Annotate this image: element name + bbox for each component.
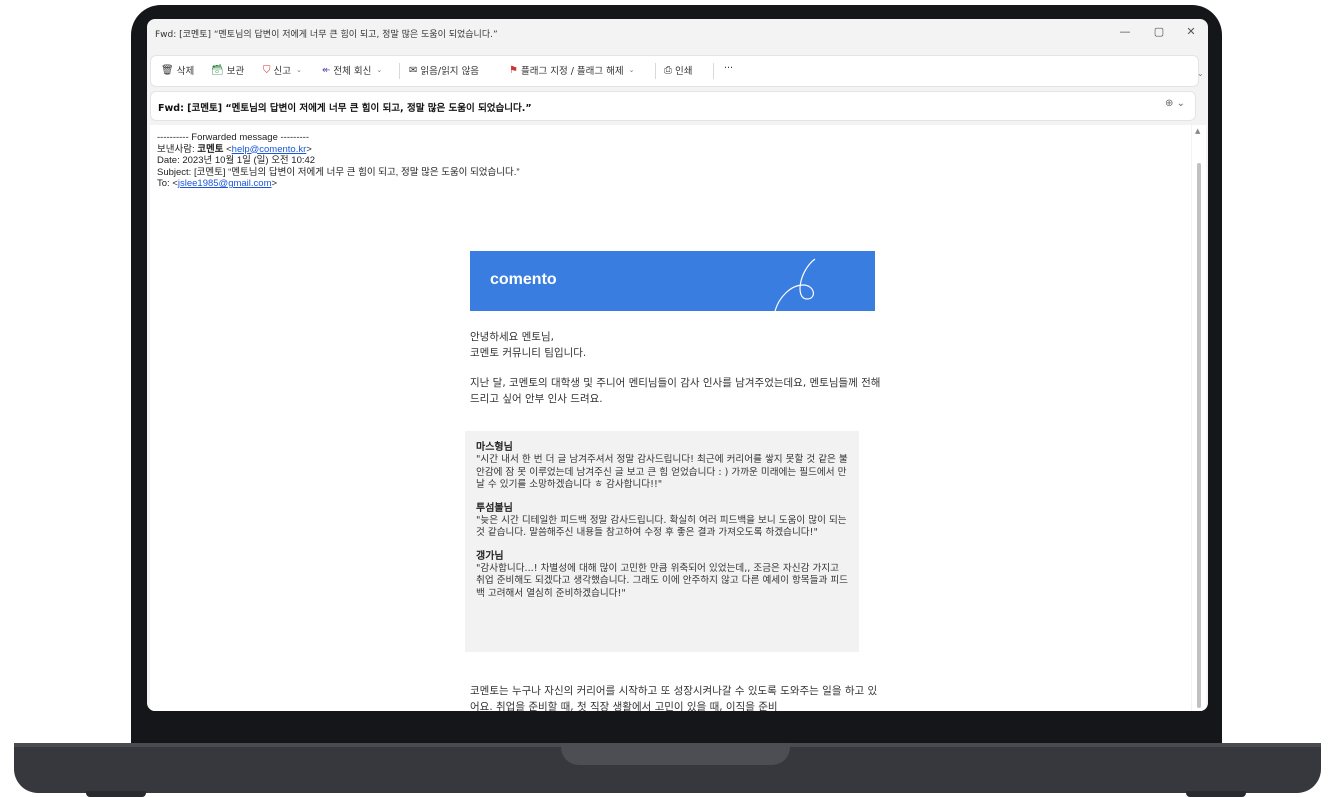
date-label: Date: <box>157 155 180 166</box>
delete-label: 삭제 <box>176 66 195 77</box>
read-unread-button[interactable]: ✉ 읽음/읽지 않음 <box>409 63 480 78</box>
date-row: Date: 2023년 10월 1일 (일) 오전 10:42 <box>157 155 520 167</box>
forward-header: ---------- Forwarded message --------- 보… <box>157 132 520 190</box>
testimonial-text: "늦은 시간 디테일한 피드백 정말 감사드립니다. 확실히 여러 피드백을 보… <box>476 514 847 539</box>
subject-label: Subject: <box>157 166 192 178</box>
to-label: To: <box>157 178 170 189</box>
reply-all-label: 전체 회신 <box>333 66 372 77</box>
close-button[interactable]: ✕ <box>1181 25 1201 38</box>
subject-row: Subject: [코멘토] “멘토님의 답변이 저에게 너무 큰 힘이 되고,… <box>157 167 520 179</box>
reply-all-button[interactable]: ↞ 전체 회신 ⌄ <box>322 63 382 78</box>
printer-icon: ⎙ <box>664 64 672 76</box>
scrollbar-thumb[interactable] <box>1197 163 1201 708</box>
greeting: 안녕하세요 멘토님, 코멘토 커뮤니티 팀입니다. <box>470 329 880 361</box>
comento-logo: comento <box>490 271 557 288</box>
subject-value: [코멘토] “멘토님의 답변이 저에게 너무 큰 힘이 되고, 정말 많은 도움… <box>193 166 520 178</box>
report-label: 신고 <box>273 66 291 77</box>
message-body: ---------- Forwarded message --------- 보… <box>150 125 1191 711</box>
archive-button[interactable]: 🗃 보관 <box>211 63 245 78</box>
collapse-toolbar-icon[interactable]: ⌄ <box>1197 69 1204 78</box>
archive-icon: 🗃 <box>211 64 224 76</box>
testimonial-item: 투섬볼님 "늦은 시간 디테일한 피드백 정말 감사드립니다. 확실히 여러 피… <box>476 502 848 540</box>
from-row: 보낸사람: 코멘토 <help@comento.kr> <box>157 143 312 155</box>
subject-bar: Fwd: [코멘토] “멘토님의 답변이 저에게 너무 큰 힘이 되고, 정말 … <box>150 91 1196 121</box>
shield-alert-icon: ⛉ <box>263 64 271 76</box>
from-email-link[interactable]: help@comento.kr <box>232 144 307 155</box>
intro-paragraph: 지난 달, 코멘토의 대학생 및 주니어 멘티님들이 감사 인사를 남겨주었는데… <box>470 377 881 405</box>
scroll-up-icon[interactable]: ▲ <box>1195 127 1200 135</box>
reply-all-icon: ↞ <box>322 64 331 76</box>
testimonial-box: 마스형님 "시간 내서 한 번 더 글 남겨주셔서 정말 감사드립니다! 최근에… <box>465 431 859 652</box>
from-label: 보낸사람: <box>157 143 195 155</box>
testimonial-text: "시간 내서 한 번 더 글 남겨주셔서 정말 감사드립니다! 최근에 커리어를… <box>476 454 848 490</box>
zoom-icon: ⊕ <box>1165 98 1174 109</box>
more-actions-button[interactable]: ··· <box>724 63 733 74</box>
newsletter: comento 안녕하세요 멘토님, 코멘토 커뮤니티 팀입니다. 지난 달, … <box>465 251 880 711</box>
archive-label: 보관 <box>226 66 245 77</box>
more-label: ··· <box>724 63 734 74</box>
testimonial-author: 투섬볼님 <box>476 502 513 514</box>
brand-banner: comento <box>470 251 875 311</box>
toolbar-divider <box>655 63 656 79</box>
message-subject: Fwd: [코멘토] “멘토님의 답변이 저에게 너무 큰 힘이 되고, 정말 … <box>158 103 532 114</box>
date-value: 2023년 10월 1일 (일) 오전 10:42 <box>182 155 316 166</box>
flag-button[interactable]: ⚑ 플래그 지정 / 플래그 해제 ⌄ <box>509 63 635 78</box>
window-title: Fwd: [코멘토] “멘토님의 답변이 저에게 너무 큰 힘이 되고, 정말 … <box>155 30 498 40</box>
chevron-down-icon[interactable]: ⌄ <box>629 66 635 74</box>
read-unread-label: 읽음/읽지 않음 <box>420 66 480 77</box>
toolbar-divider <box>713 63 714 79</box>
vertical-scrollbar[interactable]: ▲ <box>1192 125 1206 711</box>
report-button[interactable]: ⛉ 신고 ⌄ <box>263 63 302 78</box>
closing-paragraph: 코멘토는 누구나 자신의 커리어를 시작하고 또 성장시켜나갈 수 있도록 도와… <box>470 685 878 711</box>
laptop-foot-left <box>86 791 146 797</box>
envelope-open-icon: ✉ <box>409 64 418 76</box>
message-toolbar: 🗑 삭제 🗃 보관 ⛉ 신고 ⌄ ↞ 전체 회신 ⌄ ✉ 읽음/읽지 않음 ⚑ … <box>150 55 1199 87</box>
title-bar: Fwd: [코멘토] “멘토님의 답변이 저에게 너무 큰 힘이 되고, 정말 … <box>147 19 1208 47</box>
forward-line: ---------- Forwarded message --------- <box>157 132 309 143</box>
toolbar-divider <box>399 63 400 79</box>
chevron-down-icon[interactable]: ⌄ <box>296 66 302 74</box>
maximize-button[interactable]: ▢ <box>1149 25 1169 38</box>
delete-button[interactable]: 🗑 삭제 <box>161 63 195 78</box>
from-name: 코멘토 <box>197 143 224 155</box>
print-button[interactable]: ⎙ 인쇄 <box>664 63 693 78</box>
swoosh-icon <box>774 258 816 311</box>
flag-icon: ⚑ <box>509 64 518 76</box>
to-row: To: <jslee1985@gmail.com> <box>157 178 278 189</box>
greeting-line-1: 안녕하세요 멘토님, <box>470 331 554 343</box>
testimonial-text: "감사합니다...! 차별성에 대해 많이 고민한 만큼 위축되어 있었는데,,… <box>476 562 848 599</box>
chevron-down-icon[interactable]: ⌄ <box>376 66 382 74</box>
flag-label: 플래그 지정 / 플래그 해제 <box>520 66 624 77</box>
print-label: 인쇄 <box>675 66 693 77</box>
testimonial-item: 갱가님 "감사합니다...! 차별성에 대해 많이 고민한 만큼 위축되어 있었… <box>476 550 848 601</box>
email-window: Fwd: [코멘토] “멘토님의 답변이 저에게 너무 큰 힘이 되고, 정말 … <box>147 19 1208 711</box>
testimonial-item: 마스형님 "시간 내서 한 번 더 글 남겨주셔서 정말 감사드립니다! 최근에… <box>476 441 848 492</box>
greeting-line-2: 코멘토 커뮤니티 팀입니다. <box>470 347 587 359</box>
zoom-button[interactable]: ⊕ ⌄ <box>1165 98 1185 109</box>
to-email-link[interactable]: jslee1985@gmail.com <box>178 178 272 189</box>
trash-icon: 🗑 <box>161 64 174 76</box>
testimonial-author: 마스형님 <box>476 442 513 453</box>
chevron-down-icon: ⌄ <box>1176 98 1185 109</box>
laptop-foot-right <box>1186 791 1246 797</box>
testimonial-author: 갱가님 <box>476 550 504 562</box>
laptop-notch <box>561 743 790 765</box>
minimize-button[interactable]: — <box>1115 25 1135 38</box>
